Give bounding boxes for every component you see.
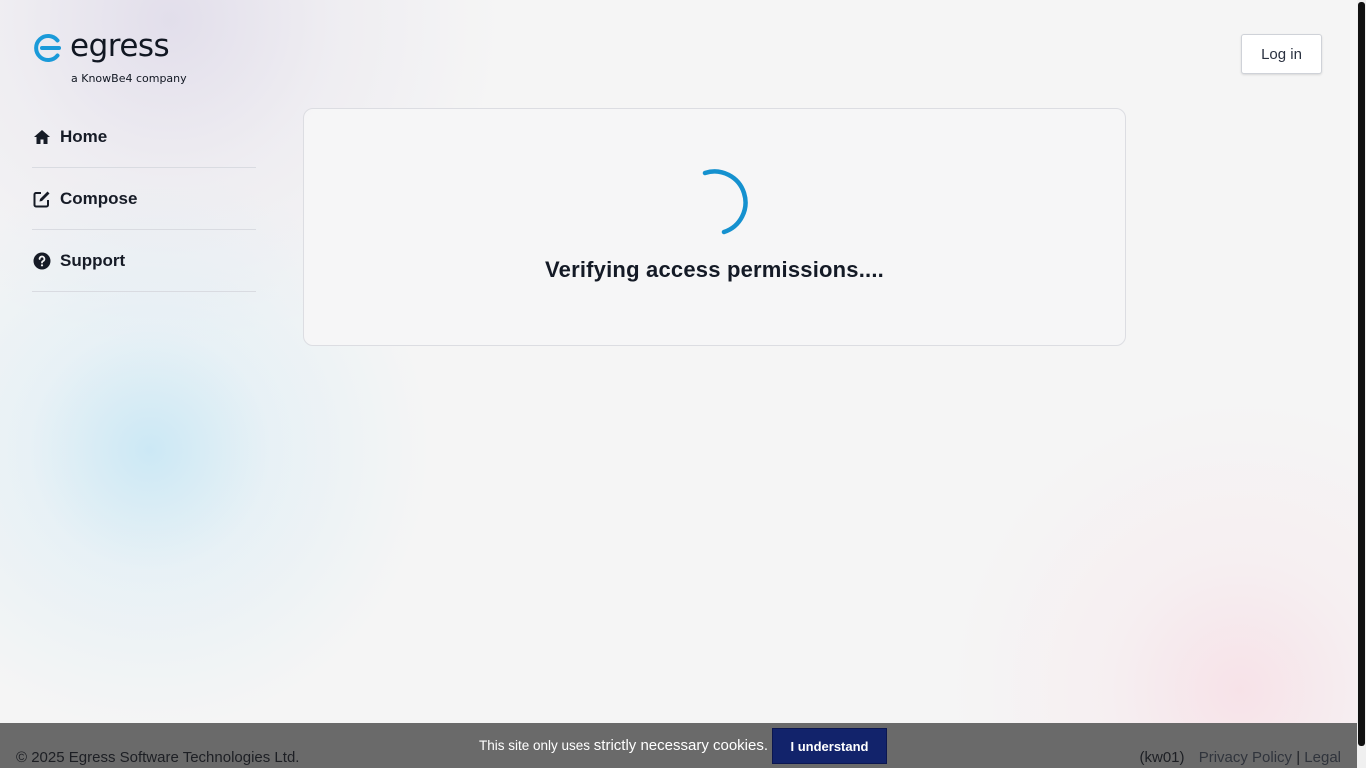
logo-tagline: a KnowBe4 company <box>71 72 187 85</box>
accept-cookies-button[interactable]: I understand <box>772 728 887 764</box>
help-icon <box>32 251 52 271</box>
loading-spinner-icon <box>702 169 748 235</box>
legal-link[interactable]: Legal <box>1304 749 1341 766</box>
status-message: Verifying access permissions.... <box>544 257 884 282</box>
copyright-text: © 2025 Egress Software Technologies Ltd. <box>16 749 300 766</box>
compose-icon <box>32 189 52 209</box>
egress-logo-icon <box>34 34 61 62</box>
page-scrollbar[interactable] <box>1357 0 1366 768</box>
sidebar-item-home[interactable]: Home <box>32 106 256 168</box>
sidebar-item-label: Home <box>60 126 108 146</box>
cookie-notice-prefix: This site only uses <box>479 738 594 753</box>
sidebar-item-support[interactable]: Support <box>32 230 256 292</box>
logo-wordmark: egress <box>70 28 170 64</box>
sidebar-item-compose[interactable]: Compose <box>32 168 256 230</box>
sidebar-item-label: Support <box>60 250 126 270</box>
cookie-notice-emphasis: strictly necessary cookies. <box>593 737 769 754</box>
privacy-policy-link[interactable]: Privacy Policy <box>1199 749 1292 766</box>
sidebar-item-label: Compose <box>60 188 138 208</box>
build-code: (kw01) <box>1139 749 1185 766</box>
footer-links: (kw01) Privacy Policy | Legal <box>1140 749 1342 766</box>
egress-logo[interactable]: egress a KnowBe4 company <box>32 28 192 88</box>
footer: © 2025 Egress Software Technologies Ltd.… <box>0 723 1357 768</box>
scrollbar-thumb[interactable] <box>1358 2 1365 746</box>
login-button[interactable]: Log in <box>1241 34 1322 74</box>
footer-separator: | <box>1296 749 1301 766</box>
sidebar-nav: Home Compose Support <box>32 106 256 292</box>
verification-card: Verifying access permissions.... <box>303 108 1126 346</box>
cookie-notice: This site only uses strictly necessary c… <box>479 737 768 754</box>
home-icon <box>32 127 52 147</box>
